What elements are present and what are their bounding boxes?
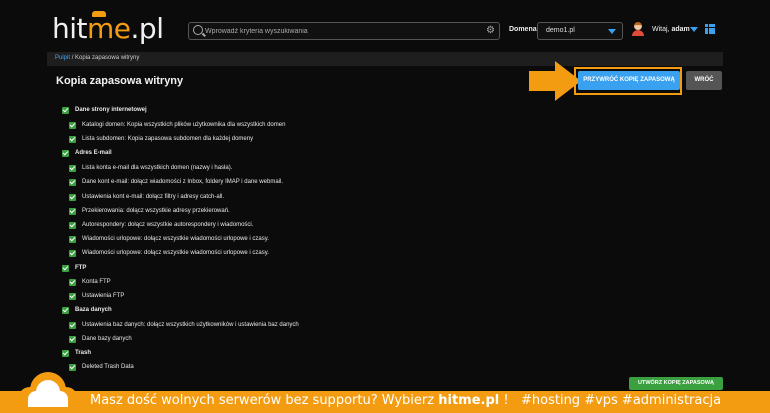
checkbox[interactable] <box>69 335 76 343</box>
checkbox[interactable] <box>69 135 76 143</box>
promo-brand[interactable]: hitme.pl <box>438 393 499 408</box>
checkbox[interactable] <box>69 278 76 286</box>
checkbox[interactable] <box>69 207 76 215</box>
promo-text: Masz dość wolnych serwerów bez supportu?… <box>90 393 722 408</box>
chevron-down-icon <box>608 29 616 34</box>
option-autoresponders[interactable]: Autorespondery: dołącz wszystkie autores… <box>69 220 253 230</box>
checkbox[interactable] <box>62 149 69 157</box>
promo-hashtags: #hosting #vps #administracja <box>521 393 722 408</box>
section-email[interactable]: Adres E-mail <box>62 148 112 158</box>
option-email-data[interactable]: Dane kont e-mail: dołącz wiadomości z In… <box>69 177 283 187</box>
breadcrumb-bar: Pulpit / Kopia zapasowa witryny <box>47 52 723 66</box>
checkbox[interactable] <box>69 193 76 201</box>
avatar-icon[interactable] <box>632 22 644 36</box>
search-box[interactable]: ⚙ <box>188 22 500 40</box>
checkbox[interactable] <box>69 235 76 243</box>
page-title: Kopia zapasowa witryny <box>56 75 184 87</box>
checkbox[interactable] <box>62 306 69 314</box>
option-subdomain-list[interactable]: Lista subdomen: Kopia zapasowa subdomen … <box>69 134 253 144</box>
option-vacation-messages[interactable]: Wiadomości urlopowe: dołącz wszystkie wi… <box>69 234 269 244</box>
checkbox[interactable] <box>69 178 76 186</box>
checkbox[interactable] <box>69 121 76 129</box>
option-email-accounts[interactable]: Lista konta e-mail dla wszystkich domen … <box>69 163 232 173</box>
section-website-data[interactable]: Dane strony internetowej <box>62 105 147 115</box>
grid-icon[interactable] <box>705 24 715 34</box>
option-email-settings[interactable]: Ustawienia kont e-mail: dołącz filtry i … <box>69 192 224 202</box>
logo-car-icon <box>92 11 106 17</box>
checkbox[interactable] <box>69 292 76 300</box>
checkbox[interactable] <box>69 249 76 257</box>
create-backup-button[interactable]: UTWÓRZ KOPIĘ ZAPASOWĄ <box>629 377 723 390</box>
domain-label: Domena <box>509 26 537 33</box>
breadcrumb-current: Kopia zapasowa witryny <box>75 55 140 61</box>
option-vacation-messages-2[interactable]: Wiadomości urlopowe: dołącz wszystkie wi… <box>69 248 269 258</box>
section-database[interactable]: Baza danych <box>62 305 112 315</box>
breadcrumb: Pulpit / Kopia zapasowa witryny <box>55 55 139 61</box>
restore-backup-button[interactable]: PRZYWRÓĆ KOPIĘ ZAPASOWĄ <box>578 71 680 90</box>
user-menu-chevron-icon[interactable] <box>690 27 698 32</box>
option-ftp-settings[interactable]: Ustawienia FTP <box>69 291 124 301</box>
checkbox[interactable] <box>62 264 69 272</box>
section-trash[interactable]: Trash <box>62 348 91 358</box>
option-database-data[interactable]: Dane bazy danych <box>69 334 132 344</box>
top-bar: hitme.pl ⚙ Domena demo1.pl Witaj, adam <box>0 0 770 47</box>
checkbox[interactable] <box>62 106 69 114</box>
back-button[interactable]: WRÓĆ <box>686 71 722 90</box>
logo[interactable]: hitme.pl <box>52 12 164 45</box>
checkbox[interactable] <box>69 321 76 329</box>
option-ftp-accounts[interactable]: Konta FTP <box>69 277 111 287</box>
user-greeting[interactable]: Witaj, adam <box>652 26 690 33</box>
checkbox[interactable] <box>69 164 76 172</box>
checkbox[interactable] <box>69 221 76 229</box>
search-input[interactable] <box>205 23 475 39</box>
search-icon <box>193 25 203 35</box>
breadcrumb-separator: / <box>71 55 74 61</box>
breadcrumb-home-link[interactable]: Pulpit <box>55 55 70 61</box>
gear-icon[interactable]: ⚙ <box>486 24 495 38</box>
option-domain-directories[interactable]: Katalogi domen: Kopia wszystkich plików … <box>69 120 285 130</box>
section-ftp[interactable]: FTP <box>62 263 86 273</box>
domain-select[interactable]: demo1.pl <box>537 22 623 40</box>
checkbox[interactable] <box>62 349 69 357</box>
cloud-icon <box>18 372 78 413</box>
domain-value: demo1.pl <box>546 27 575 34</box>
option-database-settings[interactable]: Ustawienia baz danych: dołącz wszystkich… <box>69 320 299 330</box>
option-forwarders[interactable]: Przekierowania: dołącz wszystkie adresy … <box>69 206 230 216</box>
